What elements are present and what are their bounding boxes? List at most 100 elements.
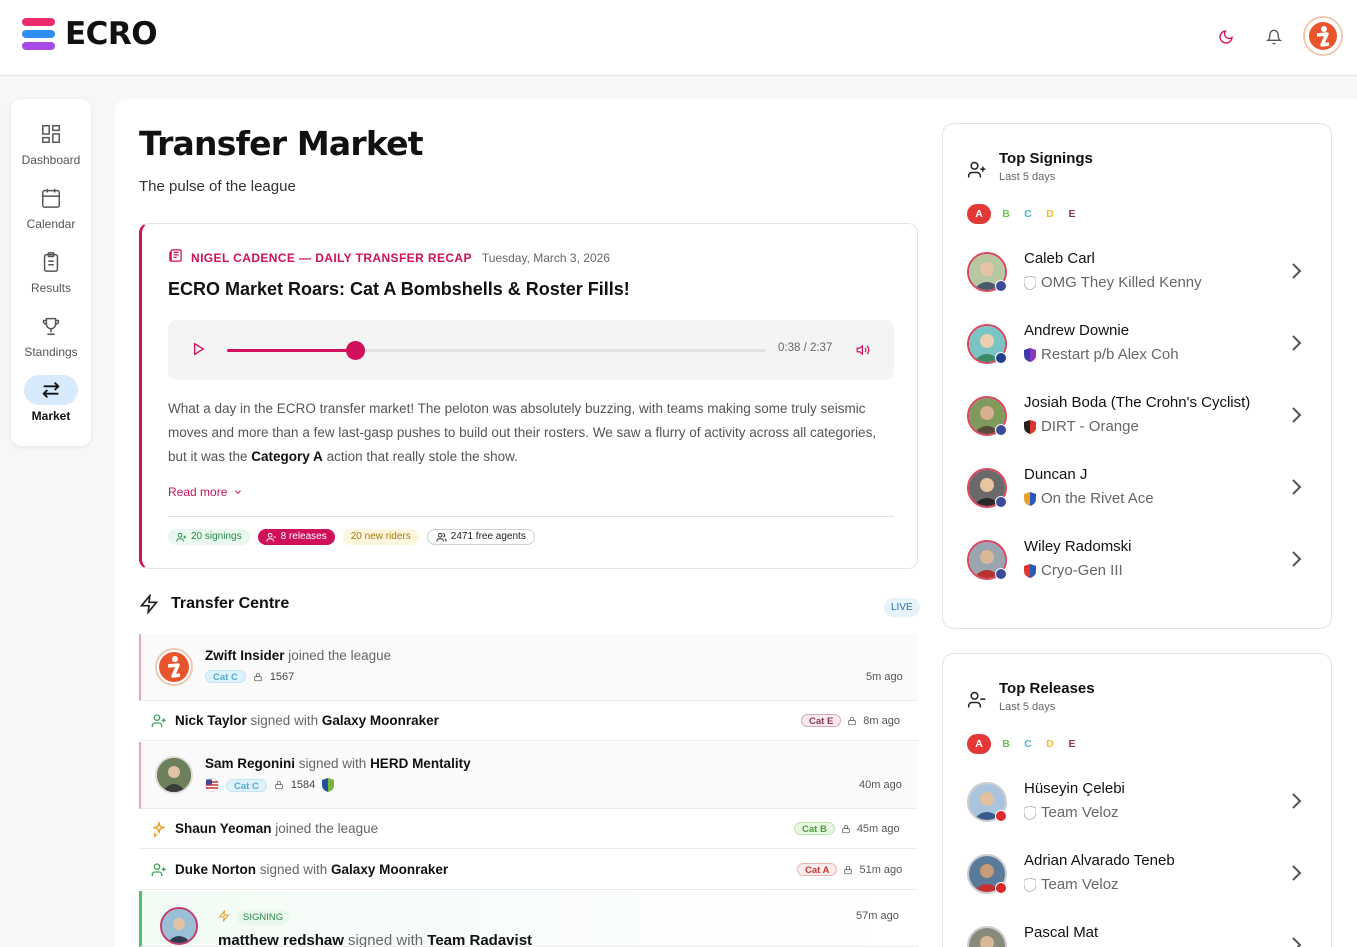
lock-icon [275,780,283,790]
user-plus-icon [151,863,166,876]
user-avatar[interactable] [1303,16,1343,56]
tab-cat-b[interactable]: B [999,204,1013,224]
audio-progress-handle[interactable] [346,341,366,360]
team-shield-icon [322,778,335,792]
signing-badge: SIGNING [237,910,290,925]
sidebar-item-standings[interactable]: Standings [11,311,91,371]
tab-cat-c[interactable]: C [1021,204,1035,224]
sidebar-item-results[interactable]: Results [11,247,91,307]
recap-date: Tuesday, March 3, 2026 [481,250,610,265]
chevron-right-icon [1292,551,1302,567]
feed-item[interactable]: Nick Taylor signed with Galaxy Moonraker… [139,701,918,741]
us-flag-icon [205,778,219,792]
sidebar-item-dashboard[interactable]: Dashboard [11,119,91,179]
team-shield-icon [1024,563,1036,578]
rider-row[interactable]: Pascal Mat [967,918,1307,947]
lock-icon [848,716,857,725]
rider-row[interactable]: Adrian Alvarado Teneb Team Veloz [967,846,1307,902]
category-badge: Cat C [205,670,246,683]
category-badge: Cat C [226,778,267,792]
rider-row[interactable]: Caleb Carl OMG They Killed Kenny [967,244,1307,300]
app-header: ECRO [0,0,1357,76]
read-more-link[interactable]: Read more [168,485,243,499]
daily-recap-card: NIGEL CADENCE — DAILY TRANSFER RECAP Tue… [139,223,918,569]
notification-bell-icon[interactable] [1262,25,1286,49]
rider-row[interactable]: Duncan J On the Rivet Ace [967,460,1307,516]
tab-cat-d[interactable]: D [1043,734,1057,754]
logo-mark-icon [22,17,55,51]
trophy-icon [24,311,78,341]
tab-cat-b[interactable]: B [999,734,1013,754]
us-flag-icon [995,280,1007,292]
recap-title: ECRO Market Roars: Cat A Bombshells & Ro… [168,279,630,299]
category-badge: Cat E [801,714,842,727]
cl-flag-icon [995,882,1007,894]
tab-cat-e[interactable]: E [1065,204,1079,224]
audio-player: 0:38 / 2:37 [168,320,894,380]
recap-stats: 20 signings 8 releases 20 new riders 247… [168,529,535,545]
rider-row[interactable]: Josiah Boda (The Crohn's Cyclist) DIRT -… [967,388,1307,444]
play-button[interactable] [190,341,206,361]
category-tabs: A B C D E [967,734,1079,754]
audio-progress-bar[interactable] [227,341,766,360]
recap-author: NIGEL CADENCE — DAILY TRANSFER RECAP [191,250,472,265]
chevron-right-icon [1292,793,1302,809]
category-badge: Cat B [794,822,835,835]
user-plus-icon [176,532,187,542]
category-badge: Cat A [797,863,838,876]
signings-chip: 20 signings [168,529,250,545]
us-flag-icon [995,568,1007,580]
team-shield-icon [1024,877,1036,892]
sidebar-item-market[interactable]: Market [11,375,91,435]
sidebar-item-label: Calendar [26,217,76,231]
audio-time: 0:38 / 2:37 [778,342,833,354]
audio-progress-fill [227,349,357,352]
feed-item[interactable]: Sam Regonini signed with HERD Mentality … [139,742,918,809]
dark-mode-moon-icon[interactable] [1214,25,1238,49]
de-flag-icon [995,810,1007,822]
sparkle-icon [152,821,166,837]
us-flag-icon [995,424,1007,436]
volume-icon[interactable] [856,342,870,361]
tab-cat-c[interactable]: C [1021,734,1035,754]
us-flag-icon [995,496,1007,508]
rider-row[interactable]: Hüseyin Çelebi Team Veloz [967,774,1307,830]
page-title: Transfer Market [139,124,423,163]
sidebar-item-label: Standings [24,345,78,359]
top-releases-card: Top Releases Last 5 days A B C D E Hüsey… [942,653,1332,947]
new-riders-chip: 20 new riders [342,529,419,545]
sidebar-item-label: Market [31,409,71,423]
sidebar-item-calendar[interactable]: Calendar [11,183,91,243]
feed-item[interactable]: Duke Norton signed with Galaxy Moonraker… [139,850,918,890]
card-title: Top Signings [999,150,1093,167]
rider-row[interactable]: Andrew Downie Restart p/b Alex Coh [967,316,1307,372]
free-agents-chip: 2471 free agents [426,529,535,545]
user-plus-icon [967,161,986,178]
chevron-right-icon [1292,479,1302,495]
feed-item[interactable]: SIGNING matthew redshaw signed with Team… [139,891,918,947]
logo-text: ECRO [65,16,158,52]
avatar [967,926,1007,947]
app-logo[interactable]: ECRO [22,16,158,52]
lightning-icon [218,910,230,922]
card-subtitle: Last 5 days [999,171,1056,183]
tab-cat-d[interactable]: D [1043,204,1057,224]
sidebar-item-label: Results [30,281,71,295]
team-shield-icon [1024,275,1036,290]
dashboard-icon [24,119,78,149]
feed-item[interactable]: Shaun Yeoman joined the league Cat B 45m… [139,809,918,849]
lightning-icon [139,594,159,614]
users-icon [436,532,447,542]
team-shield-icon [1024,419,1036,434]
category-tabs: A B C D E [967,204,1079,224]
team-shield-icon [1024,805,1036,820]
lock-icon [842,824,850,833]
rider-row[interactable]: Wiley Radomski Cryo-Gen III [967,532,1307,588]
lock-icon [254,672,262,681]
sidebar-item-label: Dashboard [21,153,81,167]
feed-item[interactable]: Zwift Insider joined the league Cat C 15… [139,634,918,701]
tab-cat-a[interactable]: A [967,204,991,224]
releases-chip: 8 releases [257,529,335,545]
tab-cat-e[interactable]: E [1065,734,1079,754]
tab-cat-a[interactable]: A [967,734,991,754]
